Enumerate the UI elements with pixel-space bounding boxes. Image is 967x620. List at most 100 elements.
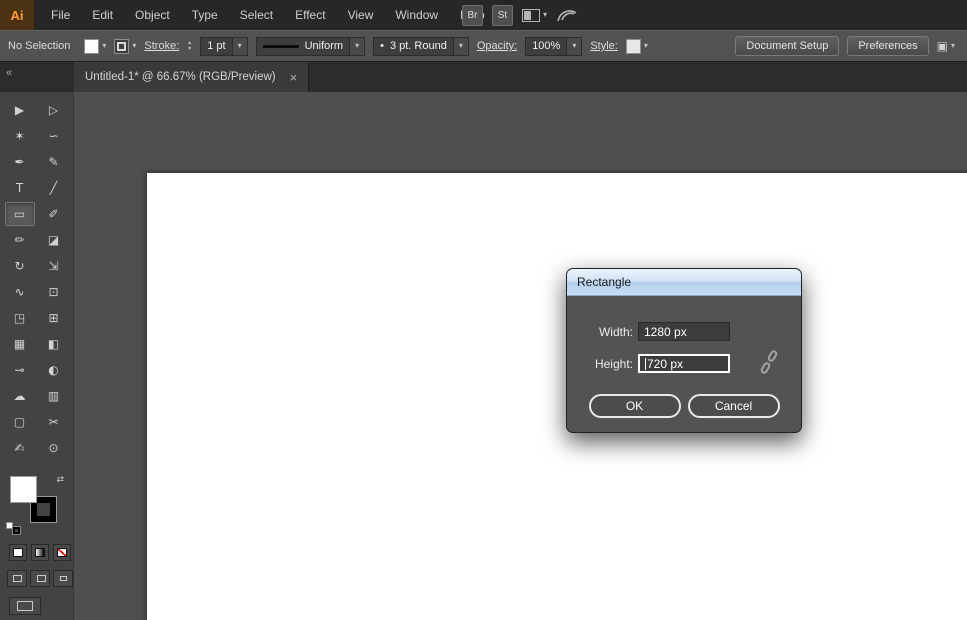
swap-fill-stroke-icon[interactable]: ⇄ (56, 474, 64, 485)
bridge-button[interactable]: Br (462, 5, 483, 26)
blend-tool[interactable]: ◐ (39, 358, 69, 382)
opacity-dropdown[interactable]: 100% ▾ (525, 37, 582, 56)
free-transform-tool[interactable]: ⊡ (39, 280, 69, 304)
menu-edit[interactable]: Edit (81, 0, 124, 30)
close-icon[interactable]: × (290, 70, 298, 85)
stroke-color-dropdown[interactable]: ▾ (114, 37, 136, 56)
menu-type[interactable]: Type (181, 0, 229, 30)
curvature-tool[interactable]: ✎ (39, 150, 69, 174)
draw-behind-button[interactable] (30, 570, 50, 587)
selection-tool[interactable]: ▶ (5, 98, 35, 122)
width-field[interactable]: 1280 px (638, 322, 730, 341)
dropdown-button[interactable]: ▾ (453, 38, 468, 55)
height-field[interactable]: 720 px (638, 354, 730, 373)
fill-color-dropdown[interactable]: ▾ (84, 37, 106, 56)
rectangle-tool[interactable]: ▭ (5, 202, 35, 226)
fill-color-well[interactable] (10, 476, 37, 503)
type-tool[interactable]: T (5, 176, 35, 200)
pencil-tool[interactable]: ✏ (5, 228, 35, 252)
dialog-titlebar[interactable]: Rectangle (567, 269, 801, 296)
stepper-down-icon[interactable]: ▼ (187, 47, 192, 52)
cancel-button[interactable]: Cancel (688, 394, 780, 418)
lasso-tool[interactable]: ∽ (39, 124, 69, 148)
width-profile-value: Uniform (299, 40, 350, 52)
magic-wand-tool[interactable]: ✶ (5, 124, 35, 148)
chevron-down-icon: ▾ (543, 11, 547, 19)
width-tool[interactable]: ∿ (5, 280, 35, 304)
draw-normal-button[interactable] (7, 570, 27, 587)
tool-icon: ⇲ (48, 259, 58, 273)
stroke-swatch (114, 39, 129, 54)
brush-definition-dropdown[interactable]: • 3 pt. Round ▾ (373, 37, 469, 56)
rotate-tool[interactable]: ↻ (5, 254, 35, 278)
line-segment-tool[interactable]: ╱ (39, 176, 69, 200)
tool-icon: ✍ (14, 441, 24, 455)
variable-width-profile-dropdown[interactable]: Uniform ▾ (256, 37, 366, 56)
screen-mode-button[interactable] (9, 597, 41, 615)
style-panel-link[interactable]: Style: (590, 40, 618, 52)
menu-effect[interactable]: Effect (284, 0, 336, 30)
menu-window[interactable]: Window (384, 0, 449, 30)
brush-value: 3 pt. Round (384, 40, 453, 52)
draw-inside-button[interactable] (53, 570, 73, 587)
column-graph-tool[interactable]: ▥ (39, 384, 69, 408)
slice-tool[interactable]: ✂ (39, 410, 69, 434)
tool-icon: ╱ (50, 181, 57, 195)
stroke-weight-dropdown[interactable]: 1 pt ▾ (200, 37, 247, 56)
chevron-down-icon: ▾ (644, 42, 648, 50)
opacity-panel-link[interactable]: Opacity: (477, 40, 517, 52)
perspective-grid-tool[interactable]: ⊞ (39, 306, 69, 330)
gradient-tool[interactable]: ◧ (39, 332, 69, 356)
tool-icon: ∽ (48, 129, 58, 143)
collapse-panel-icon[interactable]: « (6, 67, 12, 79)
tool-icon: ✂ (48, 415, 58, 429)
ok-button[interactable]: OK (589, 394, 681, 418)
menu-select[interactable]: Select (229, 0, 284, 30)
hand-tool[interactable]: ✍ (5, 436, 35, 460)
menu-view[interactable]: View (337, 0, 385, 30)
tool-icon: ⊸ (14, 363, 24, 377)
dropdown-button[interactable]: ▾ (566, 38, 581, 55)
menu-object[interactable]: Object (124, 0, 181, 30)
arrange-documents-button[interactable]: ▾ (522, 9, 547, 22)
symbol-sprayer-tool[interactable]: ☁ (5, 384, 35, 408)
document-setup-button[interactable]: Document Setup (735, 36, 839, 56)
height-value: 720 px (647, 357, 683, 371)
mesh-tool[interactable]: ▦ (5, 332, 35, 356)
stroke-panel-link[interactable]: Stroke: (144, 40, 179, 52)
paintbrush-tool[interactable]: ✐ (39, 202, 69, 226)
style-dropdown[interactable]: ▾ (626, 37, 648, 56)
tool-icon: ✒ (14, 155, 24, 169)
link-dimensions-icon[interactable] (761, 350, 779, 378)
default-fill-stroke-icon[interactable] (6, 522, 20, 534)
tool-icon: ▢ (14, 415, 25, 429)
eraser-tool[interactable]: ◪ (39, 228, 69, 252)
fill-swatch (84, 39, 99, 54)
color-button[interactable] (9, 544, 27, 561)
eyedropper-tool[interactable]: ⊸ (5, 358, 35, 382)
preferences-button[interactable]: Preferences (847, 36, 928, 56)
artboard[interactable] (147, 173, 967, 620)
dropdown-button[interactable]: ▾ (232, 38, 247, 55)
document-tab-title: Untitled-1* @ 66.67% (RGB/Preview) (85, 71, 276, 83)
document-tab[interactable]: Untitled-1* @ 66.67% (RGB/Preview) × (74, 62, 309, 92)
tool-icon: ◪ (48, 233, 59, 247)
zoom-tool[interactable]: ⊙ (39, 436, 69, 460)
scale-tool[interactable]: ⇲ (39, 254, 69, 278)
artboard-tool[interactable]: ▢ (5, 410, 35, 434)
stepper-up-icon[interactable]: ▲ (187, 41, 192, 46)
opacity-value: 100% (526, 40, 566, 52)
tool-icon: ◧ (48, 337, 59, 351)
shape-builder-tool[interactable]: ◳ (5, 306, 35, 330)
pen-tool[interactable]: ✒ (5, 150, 35, 174)
menu-file[interactable]: File (40, 0, 81, 30)
direct-selection-tool[interactable]: ▷ (39, 98, 69, 122)
stroke-weight-stepper[interactable]: ▲ ▼ (187, 41, 192, 52)
workspace-switcher[interactable]: ▣ ▾ (937, 39, 955, 53)
gradient-button[interactable] (31, 544, 49, 561)
dropdown-button[interactable]: ▾ (349, 38, 364, 55)
tool-icon: ▭ (14, 207, 25, 221)
cs-live-icon[interactable] (556, 7, 578, 23)
stock-button[interactable]: St (492, 5, 513, 26)
none-button[interactable] (53, 544, 71, 561)
